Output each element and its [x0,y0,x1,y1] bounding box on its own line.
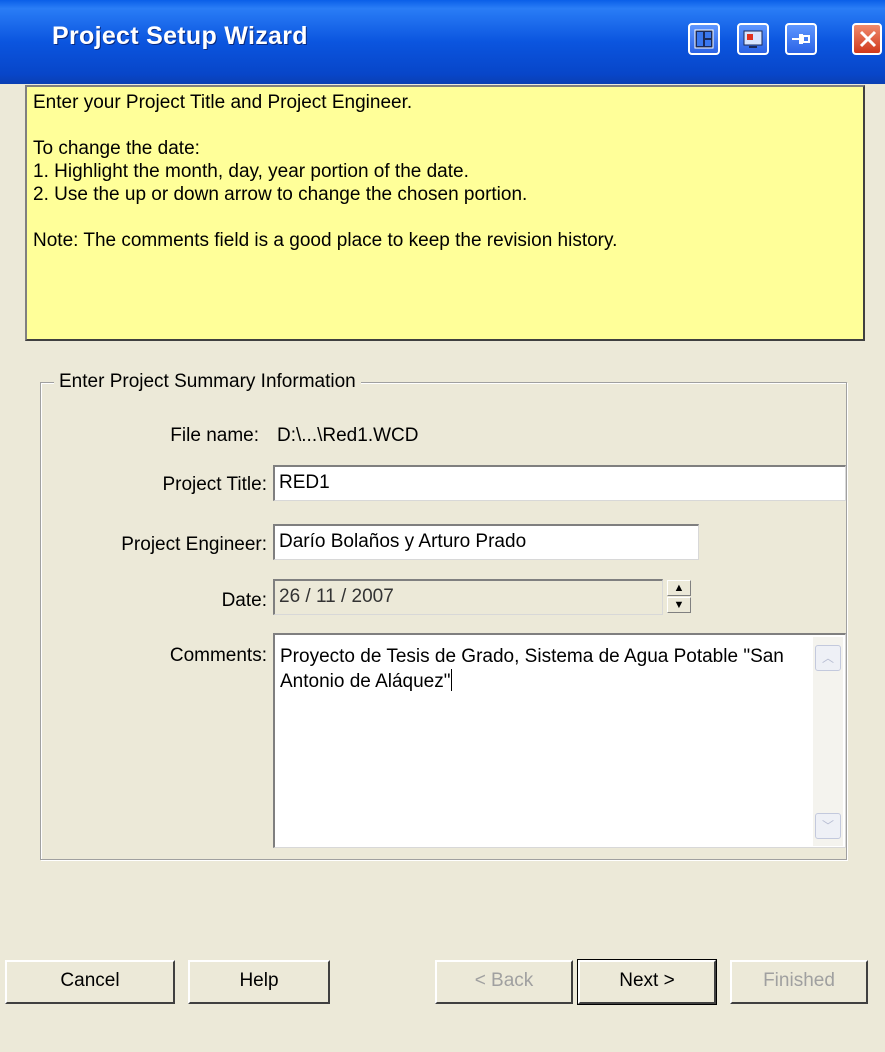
comments-text: Proyecto de Tesis de Grado, Sistema de A… [280,646,784,692]
comments-label: Comments: [169,645,267,666]
up-arrow-icon: ▲ [673,581,685,594]
project-title-input[interactable]: RED1 [273,465,846,501]
close-icon [859,30,877,48]
instruction-line: 1. Highlight the month, day, year portio… [33,161,469,182]
layout-button[interactable] [688,23,720,55]
project-engineer-input[interactable]: Darío Bolaños y Arturo Prado [273,524,699,560]
project-setup-wizard-window: Project Setup Wizard Enter your Project … [0,0,885,1052]
cancel-button[interactable]: Cancel [5,960,175,1004]
finished-button[interactable]: Finished [730,960,868,1004]
pin-button[interactable] [785,23,817,55]
instruction-line: Note: The comments field is a good place… [33,230,618,251]
scroll-up-button[interactable]: ︿ [815,645,841,671]
instruction-line: To change the date: [33,138,200,159]
project-title-label: Project Title: [162,474,267,495]
close-button[interactable] [852,23,882,55]
instruction-line: Enter your Project Title and Project Eng… [33,92,413,113]
file-name-value: D:\...\Red1.WCD [277,425,419,446]
spinner-down-button[interactable]: ▼ [667,597,691,613]
text-caret [450,669,452,691]
window-title: Project Setup Wizard [52,22,308,50]
title-bar[interactable]: Project Setup Wizard [0,0,885,84]
date-label: Date: [221,590,267,611]
project-engineer-label: Project Engineer: [121,534,267,555]
spinner-up-button[interactable]: ▲ [667,580,691,596]
back-button[interactable]: < Back [435,960,573,1004]
next-button[interactable]: Next > [577,959,717,1005]
down-arrow-icon: ▼ [673,598,685,611]
instructions-panel: Enter your Project Title and Project Eng… [25,85,865,341]
comments-textarea[interactable]: Proyecto de Tesis de Grado, Sistema de A… [273,633,846,848]
layout-icon [694,29,714,49]
group-title: Enter Project Summary Information [54,371,361,393]
chevron-up-icon: ︿ [821,651,834,665]
file-name-label: File name: [170,425,259,446]
chevron-down-icon: ﹀ [821,819,834,833]
comments-scrollbar[interactable]: ︿ ﹀ [813,637,843,846]
scroll-down-button[interactable]: ﹀ [815,813,841,839]
monitor-button[interactable] [737,23,769,55]
help-button[interactable]: Help [188,960,330,1004]
help-button-label: Help [239,970,279,991]
instruction-line: 2. Use the up or down arrow to change th… [33,184,528,205]
pin-icon [792,34,810,44]
date-spinner[interactable]: ▲ ▼ [667,580,691,614]
monitor-icon [743,30,763,48]
date-field[interactable]: 26 / 11 / 2007 [273,579,663,615]
